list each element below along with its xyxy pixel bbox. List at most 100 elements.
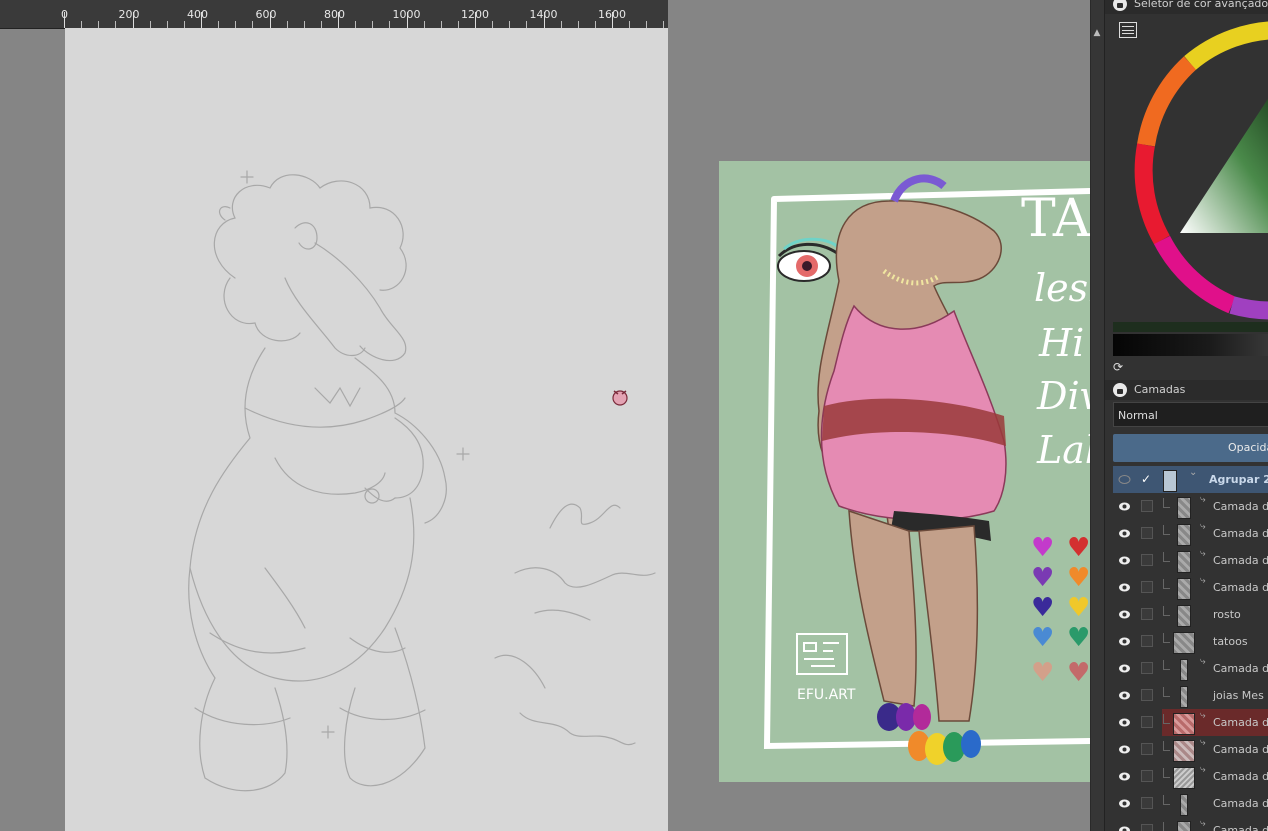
layer-checkbox[interactable] [1141, 716, 1153, 728]
visibility-icon[interactable] [1118, 662, 1131, 675]
visibility-icon[interactable] [1118, 824, 1131, 831]
lock-icon[interactable] [1113, 0, 1127, 11]
visibility-off-icon[interactable] [1118, 473, 1131, 486]
layer-checkbox[interactable] [1141, 662, 1153, 674]
layer-checkbox[interactable] [1141, 581, 1153, 593]
ruler-minor-tick [81, 21, 83, 28]
layer-row[interactable]: ⤷ Camada d [1113, 709, 1268, 736]
layer-name: Camada d [1213, 716, 1268, 729]
svg-text:♥: ♥ [1067, 623, 1090, 653]
layer-row[interactable]: ⤷ Camada d [1113, 763, 1268, 790]
ruler-label: 0 [61, 8, 68, 21]
visibility-icon[interactable] [1118, 689, 1131, 702]
visibility-icon[interactable] [1118, 554, 1131, 567]
visibility-icon[interactable] [1118, 527, 1131, 540]
layer-checkbox[interactable] [1141, 527, 1153, 539]
tree-line [1163, 606, 1170, 616]
layer-checkbox[interactable] [1141, 743, 1153, 755]
tree-line [1163, 768, 1170, 778]
layer-name: Agrupar 2 [1209, 473, 1268, 486]
layer-checkbox[interactable] [1141, 770, 1153, 782]
layer-checkbox[interactable] [1141, 554, 1153, 566]
brush-cursor-icon [612, 390, 628, 406]
svg-text:♥: ♥ [1067, 533, 1090, 563]
layer-row[interactable]: ⤷ Camada d [1113, 736, 1268, 763]
layer-checkbox[interactable] [1141, 635, 1153, 647]
layer-row[interactable]: ⤷ Camada d [1113, 574, 1268, 601]
layer-thumbnail [1173, 767, 1195, 789]
ruler-minor-tick [629, 21, 631, 28]
ruler-minor-tick [594, 21, 596, 28]
layer-name: Camada d [1213, 824, 1268, 831]
panel-splitter[interactable] [1090, 0, 1105, 831]
color-wheel[interactable] [1132, 15, 1268, 325]
layer-row[interactable]: joias Mes [1113, 682, 1268, 709]
refresh-icon[interactable]: ⟳ [1113, 360, 1127, 374]
layer-name: rosto [1213, 608, 1241, 621]
layer-row[interactable]: ⤷ Camada d [1113, 547, 1268, 574]
artwork-line-2: Hi [1038, 321, 1084, 365]
visibility-icon[interactable] [1118, 743, 1131, 756]
tree-line [1163, 498, 1170, 508]
layers-titlebar: Camadas [1105, 380, 1268, 400]
sketch-image[interactable] [65, 28, 668, 831]
tree-line [1163, 795, 1170, 805]
visibility-icon[interactable] [1118, 797, 1131, 810]
layer-thumbnail [1177, 605, 1191, 627]
layer-checkbox[interactable] [1141, 824, 1153, 831]
canvas-area[interactable]: 0 200 400 600 800 1000 1200 1400 1600 TA… [0, 0, 1090, 831]
artwork-line-1: lesb [1034, 266, 1090, 310]
visibility-icon[interactable] [1118, 608, 1131, 621]
scroll-up-icon[interactable]: ▲ [1092, 26, 1102, 40]
layer-row[interactable]: ⤷ Camada d [1113, 817, 1268, 831]
lock-icon[interactable] [1113, 383, 1127, 397]
ruler-label: 1400 [529, 8, 558, 21]
visibility-icon[interactable] [1118, 581, 1131, 594]
ruler-minor-tick [286, 21, 288, 28]
layer-row[interactable]: ⤷ Camada d [1113, 493, 1268, 520]
layer-row[interactable]: rosto [1113, 601, 1268, 628]
svg-text:♥: ♥ [1031, 593, 1054, 623]
artwork-signature: EFU.ART [797, 687, 856, 703]
layer-name: Camada d [1213, 770, 1268, 783]
layer-checkbox[interactable] [1141, 608, 1153, 620]
layer-checkbox[interactable] [1141, 500, 1153, 512]
ruler-minor-tick [509, 21, 511, 28]
artwork-image[interactable]: TAU lesb Hi Div Lak [719, 161, 1090, 782]
ruler-label: 400 [187, 8, 208, 21]
layer-thumbnail [1163, 470, 1177, 492]
tree-line [1163, 660, 1170, 670]
visibility-icon[interactable] [1118, 500, 1131, 513]
ruler-label: 600 [255, 8, 277, 21]
color-history-strip[interactable] [1113, 322, 1268, 332]
right-dock: Seletor de cor avançado ⟳ Camadas Normal… [1104, 0, 1268, 831]
layer-row[interactable]: tatoos [1113, 628, 1268, 655]
layer-row-group[interactable]: ✓ ⌄ Agrupar 2 [1113, 466, 1268, 493]
layer-thumbnail [1180, 686, 1188, 708]
check-icon[interactable]: ✓ [1141, 466, 1151, 493]
ruler-minor-tick [372, 21, 374, 28]
color-value-slider[interactable] [1113, 334, 1268, 356]
svg-text:♥: ♥ [1031, 658, 1054, 688]
opacity-slider[interactable]: Opacida [1113, 434, 1268, 462]
visibility-icon[interactable] [1118, 770, 1131, 783]
blend-mode-select[interactable]: Normal [1113, 402, 1268, 427]
ruler-minor-tick [218, 21, 220, 28]
layer-name: Camada d [1213, 500, 1268, 513]
horizontal-ruler: 0 200 400 600 800 1000 1200 1400 1600 [0, 0, 668, 29]
layer-row[interactable]: ⤷ Camada d [1113, 520, 1268, 547]
tree-line [1163, 714, 1170, 724]
layer-row[interactable]: ⤷ Camada d [1113, 655, 1268, 682]
layer-thumbnail [1173, 713, 1195, 735]
group-expand-icon[interactable]: ⌄ [1189, 468, 1197, 478]
visibility-icon[interactable] [1118, 716, 1131, 729]
link-icon: ⤷ [1200, 818, 1206, 829]
ruler-minor-tick [149, 21, 151, 28]
layer-checkbox[interactable] [1141, 689, 1153, 701]
layer-checkbox[interactable] [1141, 797, 1153, 809]
layer-row[interactable]: Camada d [1113, 790, 1268, 817]
layer-thumbnail [1177, 524, 1191, 546]
visibility-icon[interactable] [1118, 635, 1131, 648]
ruler-minor-tick [492, 21, 494, 28]
layers-title: Camadas [1134, 383, 1186, 396]
